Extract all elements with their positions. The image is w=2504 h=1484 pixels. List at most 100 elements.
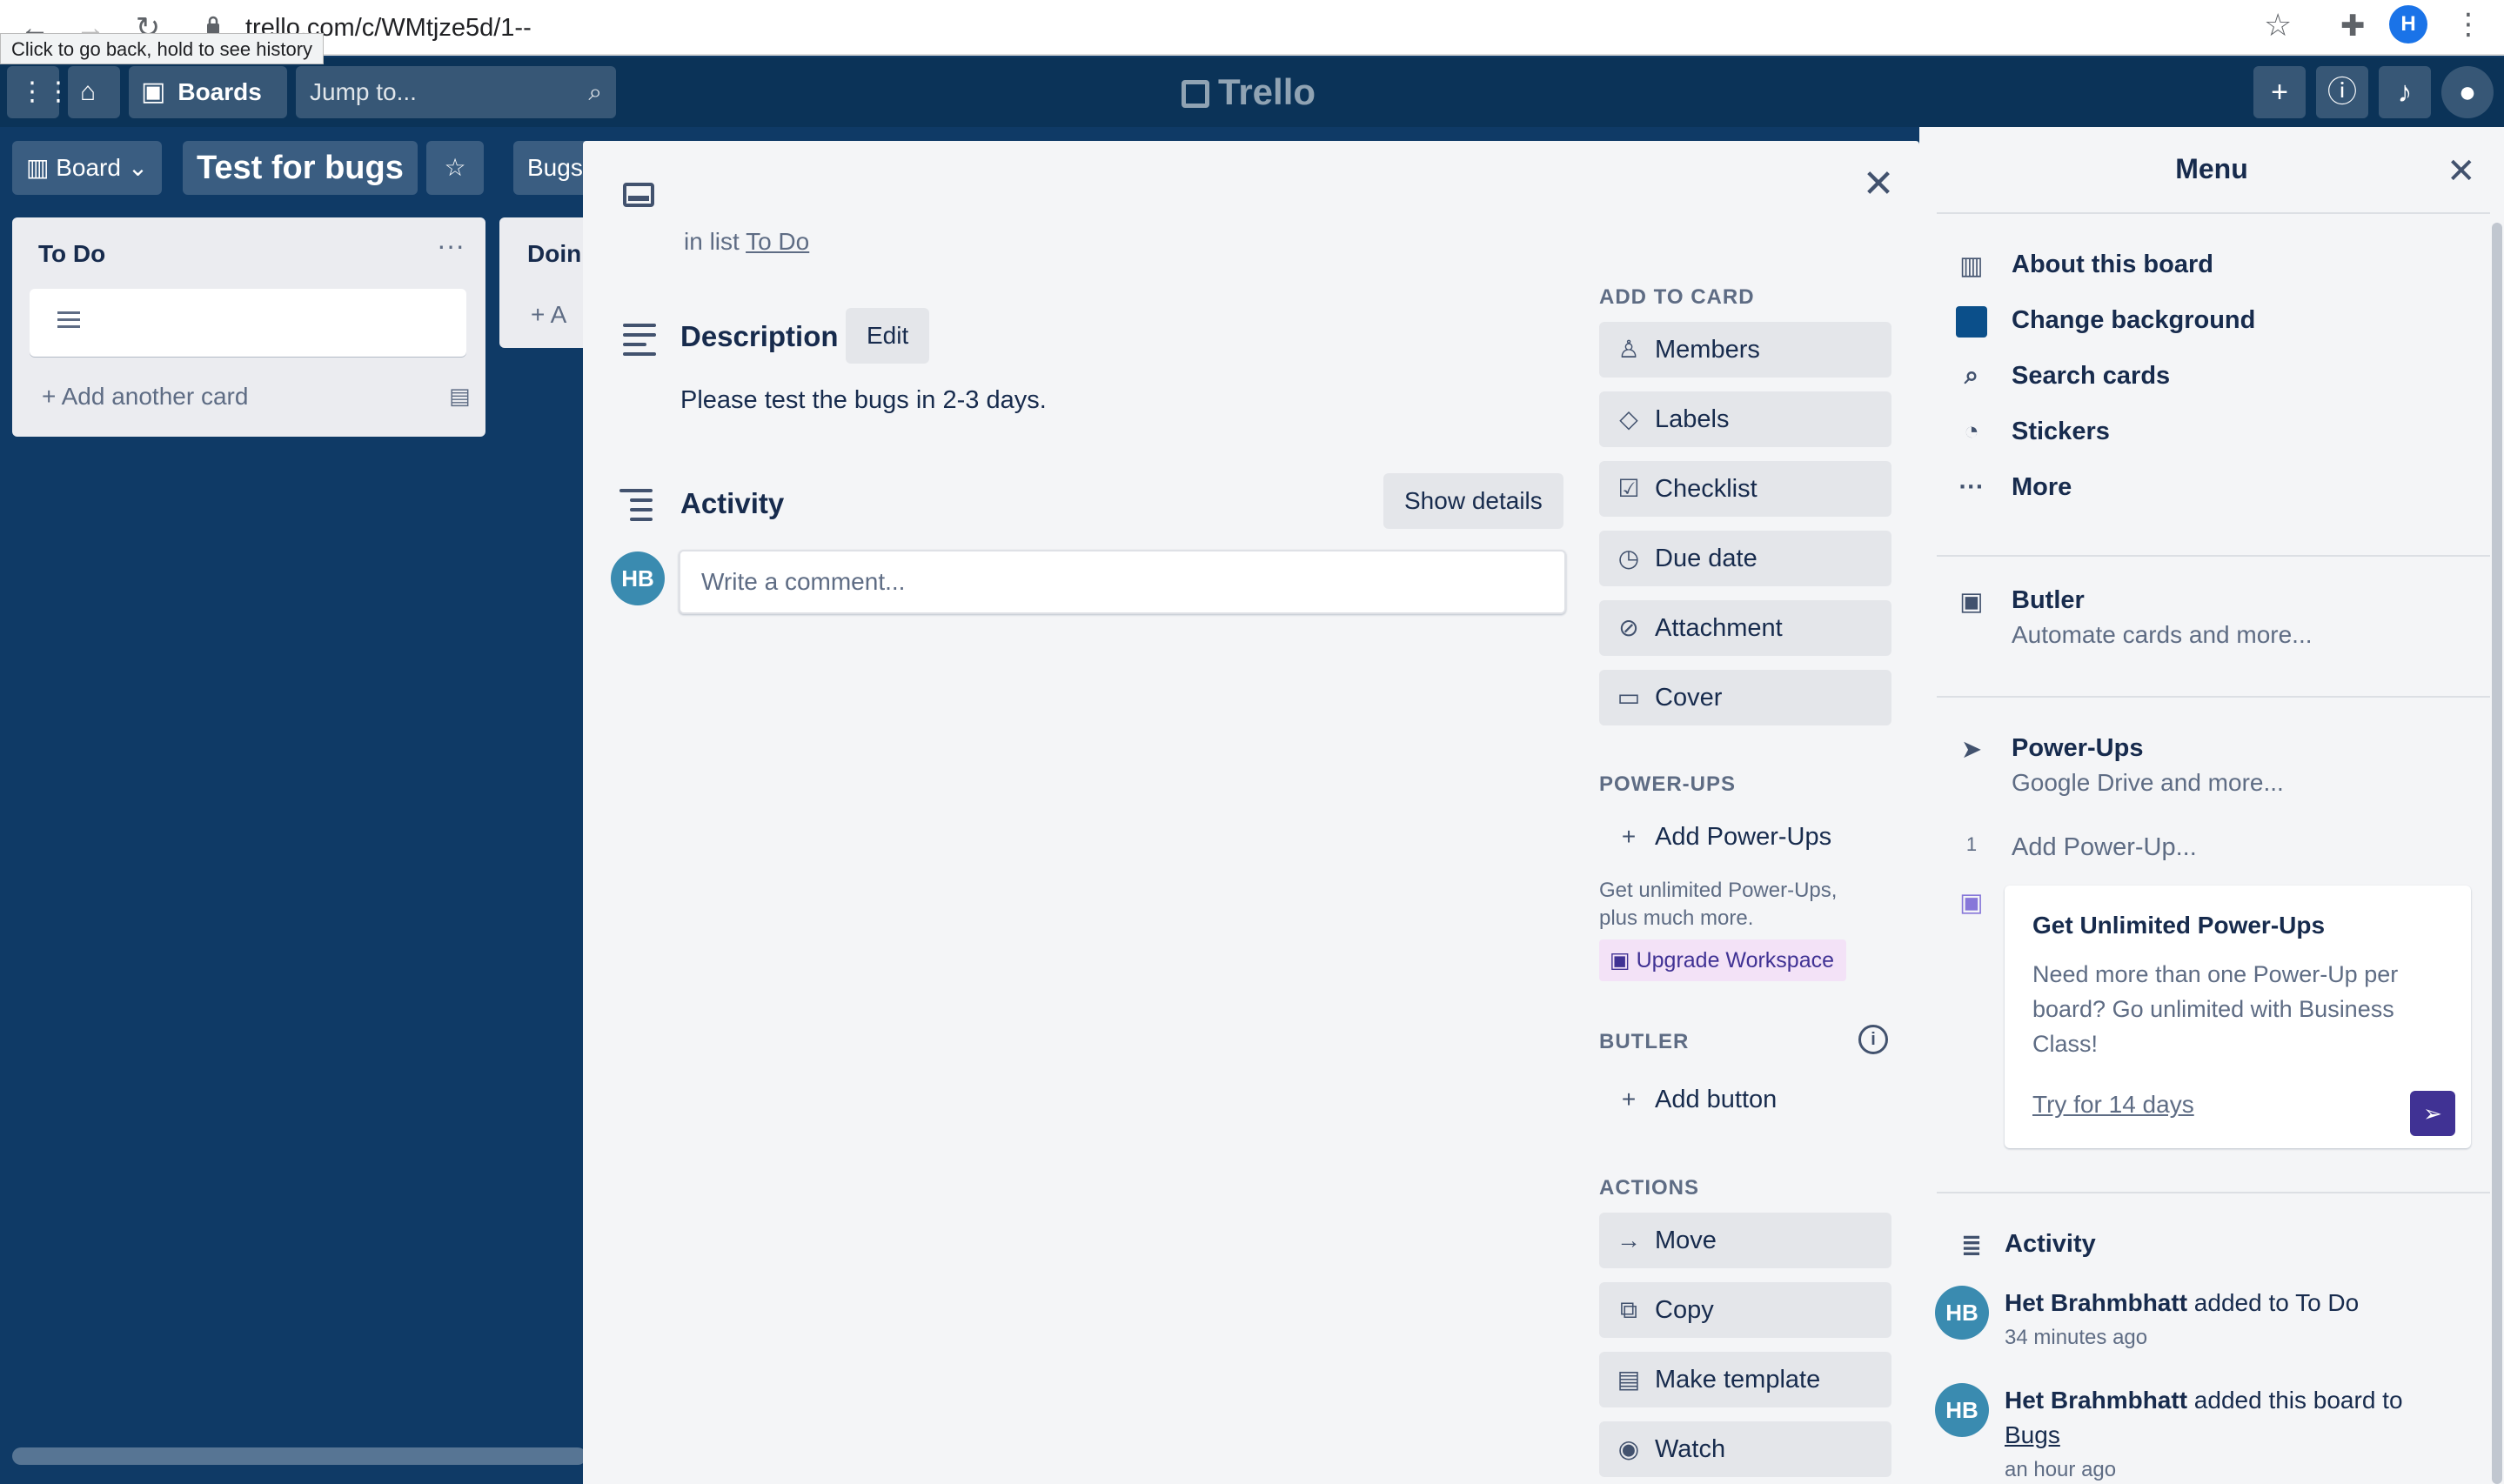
menu-title: Menu bbox=[2175, 153, 2248, 184]
list-title[interactable]: Doin bbox=[527, 240, 581, 268]
rocket-icon: ➤ bbox=[1960, 736, 1983, 764]
home-icon[interactable]: ⌂ bbox=[68, 66, 120, 118]
labels-button[interactable]: ◇ Labels bbox=[1599, 391, 1891, 447]
send-icon[interactable]: ➢ bbox=[2410, 1091, 2455, 1136]
boards-button[interactable]: ▣ Boards bbox=[129, 66, 287, 118]
powerups-upsell-text: Get unlimited Power-Ups, plus much more. bbox=[1599, 879, 1838, 930]
create-plus-icon[interactable]: + bbox=[2253, 66, 2306, 118]
due-date-button[interactable]: ◷ Due date bbox=[1599, 531, 1891, 586]
close-icon[interactable]: ✕ bbox=[1857, 162, 1900, 206]
actions-heading: ACTIONS bbox=[1599, 1176, 1699, 1200]
trello-logo[interactable]: Trello bbox=[1182, 66, 1316, 118]
members-button[interactable]: ♙ Members bbox=[1599, 322, 1891, 378]
copy-icon: ⧉ bbox=[1620, 1296, 1637, 1323]
board-link[interactable]: Bugs bbox=[2005, 1421, 2060, 1448]
butler-heading: BUTLER bbox=[1599, 1030, 1690, 1053]
template-icon: ▤ bbox=[1617, 1366, 1641, 1393]
arrow-right-icon: → bbox=[1617, 1227, 1641, 1253]
extensions-puzzle-icon[interactable]: ✚ bbox=[2340, 9, 2366, 43]
promo-text: Need more than one Power-Up per board? G… bbox=[2032, 961, 2399, 1057]
cover-icon: ▭ bbox=[1617, 684, 1641, 711]
watch-button[interactable]: ◉ Watch bbox=[1599, 1421, 1891, 1477]
search-icon: ⌕ bbox=[588, 78, 602, 105]
menu-divider bbox=[1937, 1192, 2490, 1193]
edit-description-button[interactable]: Edit bbox=[846, 308, 930, 364]
board-icon: ▥ bbox=[1959, 252, 1984, 280]
search-icon: ⌕ bbox=[1964, 362, 1979, 390]
add-powerups-button[interactable]: + Add Power-Ups bbox=[1599, 809, 1891, 865]
trello-header: ⋮⋮ ⌂ ▣ Boards Jump to... ⌕ Trello + ⓘ ♪ ● bbox=[0, 57, 2504, 127]
activity-icon bbox=[619, 489, 653, 527]
card-icon bbox=[623, 183, 654, 207]
briefcase-icon: ▣ bbox=[1610, 948, 1637, 973]
board-view-switcher[interactable]: ▥ Board ⌄ bbox=[12, 141, 163, 195]
avatar[interactable]: HB bbox=[611, 551, 665, 605]
description-icon bbox=[623, 324, 656, 362]
list-todo: To Do ··· + Add another card ▤ bbox=[12, 217, 485, 437]
plus-icon: + bbox=[1621, 1086, 1637, 1113]
more-dots-icon: ··· bbox=[1958, 473, 1985, 501]
comment-input[interactable]: Write a comment... bbox=[679, 550, 1566, 614]
avatar[interactable]: HB bbox=[1935, 1383, 1989, 1437]
powerups-promo-card: Get Unlimited Power-Ups Need more than o… bbox=[2005, 886, 2471, 1148]
checklist-icon: ☑ bbox=[1617, 475, 1640, 502]
add-card-button[interactable]: + A bbox=[531, 301, 566, 329]
card[interactable] bbox=[30, 289, 466, 357]
close-menu-icon[interactable]: ✕ bbox=[2447, 151, 2476, 191]
list-link[interactable]: To Do bbox=[746, 228, 809, 255]
card-template-icon[interactable]: ▤ bbox=[449, 383, 471, 410]
browser-menu-icon[interactable]: ⋮ bbox=[2454, 7, 2483, 42]
add-card-button[interactable]: + Add another card ▤ bbox=[42, 383, 471, 411]
card-list-location: in list To Do bbox=[684, 228, 810, 255]
star-board-icon[interactable]: ☆ bbox=[426, 141, 484, 195]
cover-button[interactable]: ▭ Cover bbox=[1599, 670, 1891, 725]
add-to-card-heading: ADD TO CARD bbox=[1599, 285, 1755, 309]
add-butler-button[interactable]: + Add button bbox=[1599, 1072, 1891, 1127]
description-text[interactable]: Please test the bugs in 2-3 days. bbox=[680, 386, 1047, 415]
activity-heading: Activity bbox=[680, 487, 785, 519]
paperclip-icon: ⊘ bbox=[1618, 614, 1639, 641]
apps-grid-icon[interactable]: ⋮⋮ bbox=[7, 66, 71, 118]
board-icon: ▣ bbox=[141, 77, 166, 106]
upgrade-workspace-button[interactable]: ▣ Upgrade Workspace bbox=[1599, 939, 1847, 981]
workspace-chip[interactable]: Bugs bbox=[513, 141, 592, 195]
account-avatar-icon[interactable]: ● bbox=[2441, 66, 2494, 118]
chevron-down-icon: ⌄ bbox=[120, 154, 149, 181]
menu-divider bbox=[1937, 555, 2490, 557]
person-icon: ♙ bbox=[1617, 336, 1640, 363]
powerups-heading: POWER-UPS bbox=[1599, 772, 1737, 796]
list-title[interactable]: To Do bbox=[38, 240, 105, 268]
powerups-subtitle: Google Drive and more... bbox=[2012, 769, 2284, 796]
make-template-button[interactable]: ▤ Make template bbox=[1599, 1352, 1891, 1407]
background-swatch-icon bbox=[1956, 306, 1987, 339]
try-free-link[interactable]: Try for 14 days bbox=[2032, 1091, 2194, 1119]
checklist-button[interactable]: ☑ Checklist bbox=[1599, 461, 1891, 517]
butler-subtitle: Automate cards and more... bbox=[2012, 621, 2313, 648]
jump-to-search[interactable]: Jump to... ⌕ bbox=[296, 66, 616, 118]
eye-icon: ◉ bbox=[1617, 1435, 1640, 1462]
profile-avatar[interactable]: H bbox=[2389, 5, 2427, 43]
move-button[interactable]: → Move bbox=[1599, 1213, 1891, 1268]
menu-scrollbar[interactable] bbox=[2492, 223, 2502, 1484]
clock-icon: ◷ bbox=[1617, 545, 1640, 572]
info-icon[interactable]: i bbox=[1858, 1025, 1888, 1054]
activity-entry: Het Brahmbhatt added this board to Bugs … bbox=[2005, 1387, 2403, 1481]
copy-button[interactable]: ⧉ Copy bbox=[1599, 1282, 1891, 1338]
activity-entry: Het Brahmbhatt added to To Do 34 minutes… bbox=[2005, 1289, 2360, 1349]
description-indicator-icon bbox=[57, 311, 80, 332]
info-icon[interactable]: ⓘ bbox=[2316, 66, 2368, 118]
list-menu-icon[interactable]: ··· bbox=[437, 230, 465, 262]
board-horizontal-scrollbar[interactable] bbox=[12, 1447, 586, 1465]
notifications-bell-icon[interactable]: ♪ bbox=[2379, 66, 2431, 118]
butler-robot-icon: ▣ bbox=[1959, 588, 1984, 616]
attachment-button[interactable]: ⊘ Attachment bbox=[1599, 600, 1891, 656]
promo-title: Get Unlimited Power-Ups bbox=[2032, 912, 2326, 939]
menu-divider bbox=[1937, 696, 2490, 698]
board-view-icon: ▥ bbox=[26, 154, 57, 181]
avatar[interactable]: HB bbox=[1935, 1286, 1989, 1340]
board-title[interactable]: Test for bugs bbox=[183, 141, 418, 195]
show-details-button[interactable]: Show details bbox=[1383, 473, 1563, 529]
lock-icon bbox=[207, 16, 219, 34]
label-tag-icon: ◇ bbox=[1619, 405, 1638, 432]
bookmark-star-icon[interactable]: ☆ bbox=[2264, 7, 2292, 43]
